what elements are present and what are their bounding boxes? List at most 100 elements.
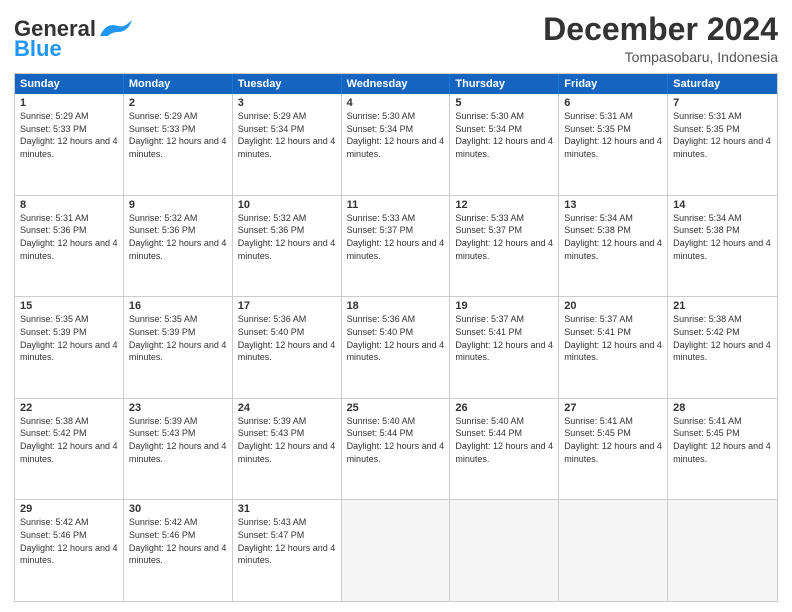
sunrise-label: Sunrise: 5:30 AM xyxy=(455,111,524,121)
day-info: Sunrise: 5:35 AM Sunset: 5:39 PM Dayligh… xyxy=(129,313,227,363)
daylight-label: Daylight: 12 hours and 4 minutes. xyxy=(673,136,771,159)
day-info: Sunrise: 5:29 AM Sunset: 5:34 PM Dayligh… xyxy=(238,110,336,160)
calendar-cell: 2 Sunrise: 5:29 AM Sunset: 5:33 PM Dayli… xyxy=(124,94,233,195)
day-info: Sunrise: 5:32 AM Sunset: 5:36 PM Dayligh… xyxy=(238,212,336,262)
calendar-cell: 11 Sunrise: 5:33 AM Sunset: 5:37 PM Dayl… xyxy=(342,196,451,297)
sunset-label: Sunset: 5:38 PM xyxy=(673,225,740,235)
sunrise-label: Sunrise: 5:29 AM xyxy=(238,111,307,121)
sunrise-label: Sunrise: 5:39 AM xyxy=(129,416,198,426)
calendar-day-header: Friday xyxy=(559,74,668,94)
sunrise-label: Sunrise: 5:40 AM xyxy=(347,416,416,426)
day-number: 12 xyxy=(455,199,553,211)
sunrise-label: Sunrise: 5:41 AM xyxy=(564,416,633,426)
day-number: 13 xyxy=(564,199,662,211)
calendar-cell: 23 Sunrise: 5:39 AM Sunset: 5:43 PM Dayl… xyxy=(124,399,233,500)
sunset-label: Sunset: 5:44 PM xyxy=(347,428,414,438)
sunrise-label: Sunrise: 5:43 AM xyxy=(238,517,307,527)
day-number: 7 xyxy=(673,97,772,109)
day-number: 23 xyxy=(129,402,227,414)
daylight-label: Daylight: 12 hours and 4 minutes. xyxy=(129,340,227,363)
logo-bird-icon xyxy=(98,18,134,40)
sunset-label: Sunset: 5:39 PM xyxy=(20,327,87,337)
sunrise-label: Sunrise: 5:33 AM xyxy=(347,213,416,223)
sunrise-label: Sunrise: 5:31 AM xyxy=(20,213,89,223)
logo: General Blue xyxy=(14,16,134,62)
calendar-cell: 5 Sunrise: 5:30 AM Sunset: 5:34 PM Dayli… xyxy=(450,94,559,195)
daylight-label: Daylight: 12 hours and 4 minutes. xyxy=(673,238,771,261)
sunrise-label: Sunrise: 5:31 AM xyxy=(564,111,633,121)
sunrise-label: Sunrise: 5:42 AM xyxy=(129,517,198,527)
daylight-label: Daylight: 12 hours and 4 minutes. xyxy=(455,238,553,261)
day-number: 10 xyxy=(238,199,336,211)
sunrise-label: Sunrise: 5:38 AM xyxy=(673,314,742,324)
daylight-label: Daylight: 12 hours and 4 minutes. xyxy=(20,543,118,566)
daylight-label: Daylight: 12 hours and 4 minutes. xyxy=(238,238,336,261)
sunset-label: Sunset: 5:39 PM xyxy=(129,327,196,337)
calendar-week-row: 8 Sunrise: 5:31 AM Sunset: 5:36 PM Dayli… xyxy=(15,195,777,297)
sunrise-label: Sunrise: 5:29 AM xyxy=(129,111,198,121)
sunrise-label: Sunrise: 5:32 AM xyxy=(129,213,198,223)
sunrise-label: Sunrise: 5:41 AM xyxy=(673,416,742,426)
daylight-label: Daylight: 12 hours and 4 minutes. xyxy=(129,543,227,566)
calendar-cell: 14 Sunrise: 5:34 AM Sunset: 5:38 PM Dayl… xyxy=(668,196,777,297)
calendar: SundayMondayTuesdayWednesdayThursdayFrid… xyxy=(14,73,778,602)
calendar-cell: 9 Sunrise: 5:32 AM Sunset: 5:36 PM Dayli… xyxy=(124,196,233,297)
day-info: Sunrise: 5:37 AM Sunset: 5:41 PM Dayligh… xyxy=(455,313,553,363)
daylight-label: Daylight: 12 hours and 4 minutes. xyxy=(455,136,553,159)
day-info: Sunrise: 5:39 AM Sunset: 5:43 PM Dayligh… xyxy=(238,415,336,465)
sunrise-label: Sunrise: 5:39 AM xyxy=(238,416,307,426)
sunset-label: Sunset: 5:34 PM xyxy=(455,124,522,134)
daylight-label: Daylight: 12 hours and 4 minutes. xyxy=(238,543,336,566)
day-number: 5 xyxy=(455,97,553,109)
day-number: 29 xyxy=(20,503,118,515)
day-info: Sunrise: 5:31 AM Sunset: 5:35 PM Dayligh… xyxy=(673,110,772,160)
sunset-label: Sunset: 5:33 PM xyxy=(129,124,196,134)
daylight-label: Daylight: 12 hours and 4 minutes. xyxy=(564,238,662,261)
calendar-cell: 30 Sunrise: 5:42 AM Sunset: 5:46 PM Dayl… xyxy=(124,500,233,601)
day-info: Sunrise: 5:38 AM Sunset: 5:42 PM Dayligh… xyxy=(673,313,772,363)
calendar-cell: 13 Sunrise: 5:34 AM Sunset: 5:38 PM Dayl… xyxy=(559,196,668,297)
day-number: 18 xyxy=(347,300,445,312)
day-number: 9 xyxy=(129,199,227,211)
logo-blue-text: Blue xyxy=(14,36,62,62)
day-number: 20 xyxy=(564,300,662,312)
sunrise-label: Sunrise: 5:35 AM xyxy=(129,314,198,324)
day-number: 17 xyxy=(238,300,336,312)
day-number: 14 xyxy=(673,199,772,211)
sunrise-label: Sunrise: 5:29 AM xyxy=(20,111,89,121)
sunset-label: Sunset: 5:45 PM xyxy=(564,428,631,438)
page-header: General Blue December 2024 Tompasobaru, … xyxy=(14,12,778,65)
sunset-label: Sunset: 5:42 PM xyxy=(20,428,87,438)
day-number: 3 xyxy=(238,97,336,109)
calendar-body: 1 Sunrise: 5:29 AM Sunset: 5:33 PM Dayli… xyxy=(15,94,777,601)
calendar-cell: 19 Sunrise: 5:37 AM Sunset: 5:41 PM Dayl… xyxy=(450,297,559,398)
calendar-cell: 31 Sunrise: 5:43 AM Sunset: 5:47 PM Dayl… xyxy=(233,500,342,601)
daylight-label: Daylight: 12 hours and 4 minutes. xyxy=(673,441,771,464)
day-info: Sunrise: 5:42 AM Sunset: 5:46 PM Dayligh… xyxy=(129,516,227,566)
day-info: Sunrise: 5:38 AM Sunset: 5:42 PM Dayligh… xyxy=(20,415,118,465)
calendar-cell: 6 Sunrise: 5:31 AM Sunset: 5:35 PM Dayli… xyxy=(559,94,668,195)
calendar-cell: 3 Sunrise: 5:29 AM Sunset: 5:34 PM Dayli… xyxy=(233,94,342,195)
calendar-cell: 22 Sunrise: 5:38 AM Sunset: 5:42 PM Dayl… xyxy=(15,399,124,500)
daylight-label: Daylight: 12 hours and 4 minutes. xyxy=(347,136,445,159)
calendar-cell: 1 Sunrise: 5:29 AM Sunset: 5:33 PM Dayli… xyxy=(15,94,124,195)
calendar-cell: 8 Sunrise: 5:31 AM Sunset: 5:36 PM Dayli… xyxy=(15,196,124,297)
sunrise-label: Sunrise: 5:30 AM xyxy=(347,111,416,121)
daylight-label: Daylight: 12 hours and 4 minutes. xyxy=(673,340,771,363)
calendar-cell: 15 Sunrise: 5:35 AM Sunset: 5:39 PM Dayl… xyxy=(15,297,124,398)
sunrise-label: Sunrise: 5:31 AM xyxy=(673,111,742,121)
sunrise-label: Sunrise: 5:37 AM xyxy=(455,314,524,324)
sunset-label: Sunset: 5:45 PM xyxy=(673,428,740,438)
day-info: Sunrise: 5:35 AM Sunset: 5:39 PM Dayligh… xyxy=(20,313,118,363)
title-block: December 2024 Tompasobaru, Indonesia xyxy=(543,12,778,65)
calendar-cell: 10 Sunrise: 5:32 AM Sunset: 5:36 PM Dayl… xyxy=(233,196,342,297)
day-number: 22 xyxy=(20,402,118,414)
sunrise-label: Sunrise: 5:36 AM xyxy=(238,314,307,324)
day-info: Sunrise: 5:33 AM Sunset: 5:37 PM Dayligh… xyxy=(347,212,445,262)
sunset-label: Sunset: 5:35 PM xyxy=(673,124,740,134)
calendar-cell: 27 Sunrise: 5:41 AM Sunset: 5:45 PM Dayl… xyxy=(559,399,668,500)
day-number: 25 xyxy=(347,402,445,414)
daylight-label: Daylight: 12 hours and 4 minutes. xyxy=(238,441,336,464)
sunrise-label: Sunrise: 5:38 AM xyxy=(20,416,89,426)
calendar-day-header: Thursday xyxy=(450,74,559,94)
